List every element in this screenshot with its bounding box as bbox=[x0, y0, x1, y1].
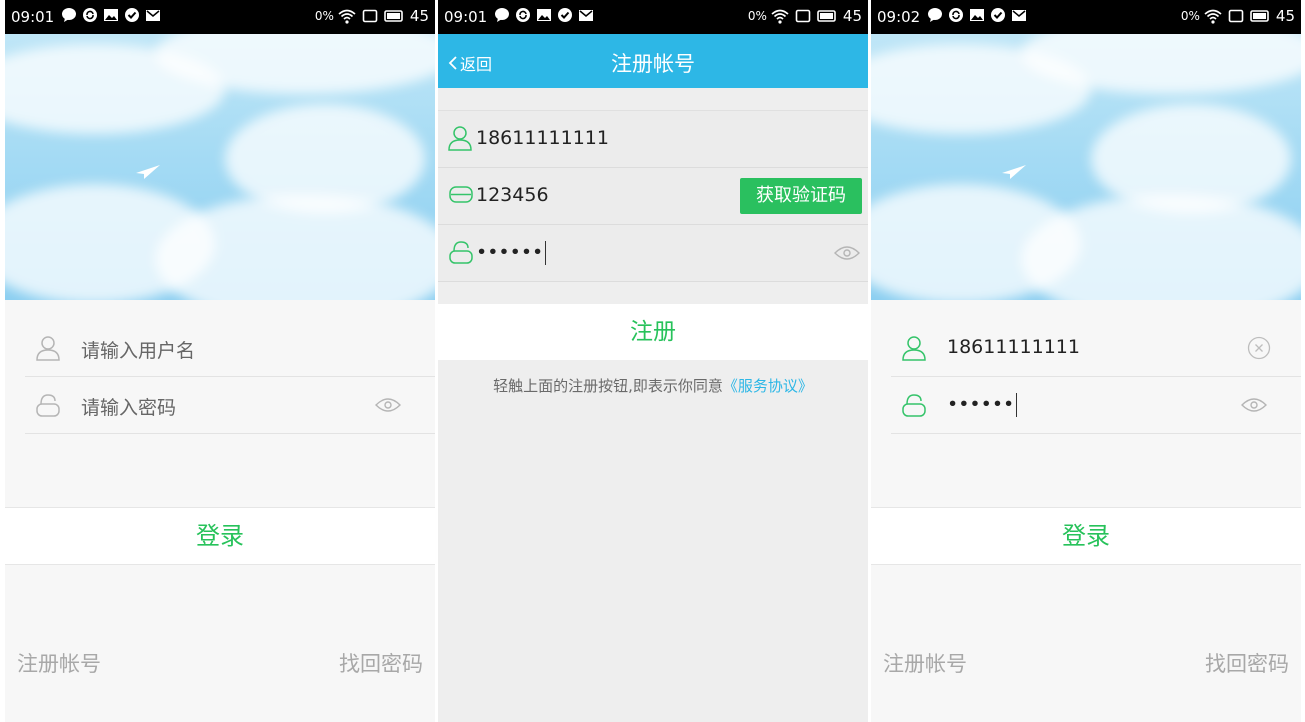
battery-icon bbox=[1250, 10, 1269, 22]
phone-field[interactable]: 18611111111 bbox=[438, 111, 868, 168]
data-percent: 0% bbox=[314, 9, 334, 23]
wifi-icon bbox=[1204, 9, 1222, 24]
verification-code-field[interactable]: 123456 获取验证码 bbox=[438, 168, 868, 225]
sync-icon bbox=[83, 8, 97, 22]
lock-icon bbox=[902, 394, 926, 417]
data-percent: 0% bbox=[747, 9, 767, 23]
sim-icon bbox=[1228, 9, 1244, 23]
check-circle-icon bbox=[991, 8, 1005, 22]
username-value: 18611111111 bbox=[947, 336, 1080, 358]
wifi-icon bbox=[771, 9, 789, 24]
sim-icon bbox=[795, 9, 811, 23]
login-button[interactable]: 登录 bbox=[5, 507, 435, 565]
agreement-prefix: 轻触上面的注册按钮,即表示你同意 bbox=[493, 377, 723, 395]
sim-icon bbox=[362, 9, 378, 23]
clear-input-icon[interactable] bbox=[1247, 336, 1271, 360]
username-field[interactable]: 18611111111 bbox=[891, 320, 1301, 377]
system-icons: 0% 45 bbox=[748, 7, 862, 25]
image-icon bbox=[970, 9, 984, 21]
mail-icon bbox=[579, 10, 593, 21]
get-code-button[interactable]: 获取验证码 bbox=[740, 178, 862, 214]
user-icon bbox=[448, 126, 472, 151]
sync-icon bbox=[949, 8, 963, 22]
notification-icons bbox=[927, 7, 1027, 23]
register-screen: 09:01 0% 45 返回 注册帐号 18611111111 123456 获… bbox=[438, 0, 868, 722]
system-icons: 0% 45 bbox=[315, 7, 429, 25]
status-time: 09:01 bbox=[11, 8, 55, 26]
password-field[interactable]: •••••• bbox=[891, 377, 1301, 434]
system-icons: 0% 45 bbox=[1181, 7, 1295, 25]
image-icon bbox=[104, 9, 118, 21]
notification-icons bbox=[494, 7, 594, 23]
user-icon bbox=[36, 336, 60, 361]
battery-level: 45 bbox=[409, 7, 429, 25]
username-placeholder: 请输入用户名 bbox=[81, 340, 196, 362]
status-time: 09:01 bbox=[444, 8, 488, 26]
code-value: 123456 bbox=[476, 184, 549, 206]
eye-icon[interactable] bbox=[1241, 397, 1267, 413]
battery-icon bbox=[817, 10, 836, 22]
eye-icon[interactable] bbox=[375, 397, 401, 413]
eye-icon[interactable] bbox=[834, 245, 860, 261]
sky-banner bbox=[871, 34, 1301, 300]
login-button[interactable]: 登录 bbox=[871, 507, 1301, 565]
battery-level: 45 bbox=[1275, 7, 1295, 25]
password-placeholder: 请输入密码 bbox=[81, 397, 177, 419]
agreement-text: 轻触上面的注册按钮,即表示你同意《服务协议》 bbox=[438, 375, 868, 396]
register-form: 18611111111 123456 获取验证码 •••••• bbox=[438, 110, 868, 282]
status-bar: 09:02 0% 45 bbox=[871, 0, 1301, 34]
status-time: 09:02 bbox=[877, 8, 921, 26]
mail-icon bbox=[146, 10, 160, 21]
wifi-icon bbox=[338, 9, 356, 24]
paper-plane-icon bbox=[1002, 165, 1026, 179]
username-field[interactable]: 请输入用户名 bbox=[25, 320, 435, 377]
sync-icon bbox=[516, 8, 530, 22]
register-button[interactable]: 注册 bbox=[438, 304, 868, 360]
password-mask: •••••• bbox=[476, 241, 544, 264]
login-screen-empty: 09:01 0% 45 请输入用户名 请输入密码 登录 注册帐号 找回密码 bbox=[5, 0, 435, 722]
password-field[interactable]: 请输入密码 bbox=[25, 377, 435, 434]
chat-bubble-icon bbox=[62, 8, 76, 22]
user-icon bbox=[902, 336, 926, 361]
chat-bubble-icon bbox=[495, 8, 509, 22]
phone-value: 18611111111 bbox=[476, 127, 609, 149]
chat-bubble-icon bbox=[928, 8, 942, 22]
paper-plane-icon bbox=[136, 165, 160, 179]
lock-icon bbox=[449, 241, 473, 264]
status-bar: 09:01 0% 45 bbox=[438, 0, 868, 34]
lock-icon bbox=[36, 394, 60, 417]
mail-icon bbox=[1012, 10, 1026, 21]
check-circle-icon bbox=[558, 8, 572, 22]
forgot-password-link[interactable]: 找回密码 bbox=[339, 648, 423, 678]
data-percent: 0% bbox=[1180, 9, 1200, 23]
title-bar: 返回 注册帐号 bbox=[438, 34, 868, 88]
password-mask: •••••• bbox=[947, 393, 1015, 416]
status-bar: 09:01 0% 45 bbox=[5, 0, 435, 34]
forgot-password-link[interactable]: 找回密码 bbox=[1205, 648, 1289, 678]
image-icon bbox=[537, 9, 551, 21]
text-cursor bbox=[545, 241, 547, 265]
register-link[interactable]: 注册帐号 bbox=[17, 648, 101, 678]
password-field[interactable]: •••••• bbox=[438, 225, 868, 282]
page-title: 注册帐号 bbox=[611, 52, 695, 76]
battery-icon bbox=[384, 10, 403, 22]
notification-icons bbox=[61, 7, 161, 23]
message-code-icon bbox=[449, 186, 473, 203]
text-cursor bbox=[1016, 393, 1018, 417]
service-agreement-link[interactable]: 《服务协议》 bbox=[723, 377, 813, 395]
login-screen-filled: 09:02 0% 45 18611111111 •••••• 登录 注册帐号 找… bbox=[871, 0, 1301, 722]
battery-level: 45 bbox=[842, 7, 862, 25]
check-circle-icon bbox=[125, 8, 139, 22]
sky-banner bbox=[5, 34, 435, 300]
register-link[interactable]: 注册帐号 bbox=[883, 648, 967, 678]
